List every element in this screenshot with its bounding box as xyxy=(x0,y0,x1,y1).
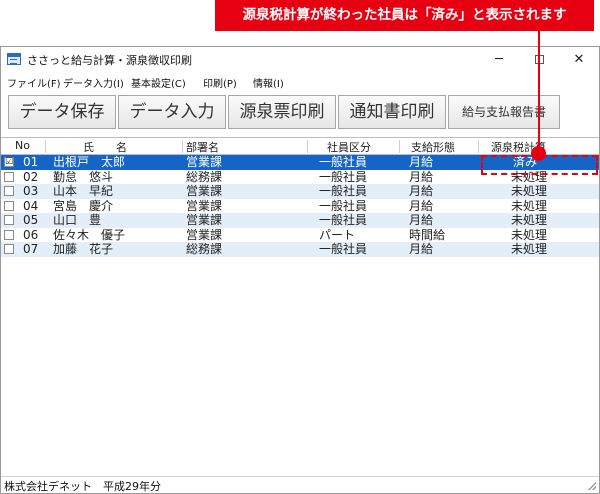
print-withholding-slip-button[interactable]: 源泉票印刷 xyxy=(228,95,336,129)
menu-info[interactable]: 情報(I) xyxy=(253,75,284,90)
cell-name: 宮島 慶介 xyxy=(53,198,114,213)
table-row[interactable]: 03 山本 早紀 営業課 一般社員 月給 未処理 xyxy=(1,184,599,199)
cell-tax-status: 未処理 xyxy=(511,242,548,256)
cell-no: 01 xyxy=(23,155,39,169)
row-checkbox[interactable] xyxy=(4,244,14,254)
print-notice-button[interactable]: 通知書印刷 xyxy=(338,95,446,129)
close-button[interactable]: ✕ xyxy=(559,47,599,72)
window-title: ささっと給与計算・源泉徴収印刷 xyxy=(27,54,192,67)
cell-tax-status: 未処理 xyxy=(511,213,548,227)
table-row[interactable]: 07 加藤 花子 総務課 一般社員 月給 未処理 xyxy=(1,242,599,257)
header-divider xyxy=(399,140,400,153)
row-checkbox[interactable]: ☑ xyxy=(4,157,14,167)
cell-name: 勤怠 悠斗 xyxy=(53,169,114,184)
callout-leader-line xyxy=(538,31,540,154)
row-checkbox[interactable] xyxy=(4,215,14,225)
header-no[interactable]: No xyxy=(15,139,30,152)
cell-tax-status: 未処理 xyxy=(511,198,548,213)
row-checkbox[interactable] xyxy=(4,186,14,196)
cell-pay-type: 月給 xyxy=(409,155,434,169)
cell-department: 営業課 xyxy=(186,213,223,227)
cell-employee-type: 一般社員 xyxy=(319,169,368,184)
header-divider xyxy=(478,140,479,153)
header-department[interactable]: 部署名 xyxy=(186,139,219,155)
cell-name: 山口 豊 xyxy=(53,213,102,227)
cell-no: 02 xyxy=(23,169,39,184)
cell-pay-type: 月給 xyxy=(409,198,434,213)
header-divider xyxy=(307,140,308,153)
table-header: No 氏 名 部署名 社員区分 支給形態 源泉税計算 xyxy=(1,137,599,155)
header-name[interactable]: 氏 名 xyxy=(83,139,127,155)
menu-settings[interactable]: 基本設定(C) xyxy=(131,75,186,90)
status-text: 株式会社デネット 平成29年分 xyxy=(4,480,161,493)
resize-grip-icon[interactable] xyxy=(588,482,596,490)
cell-pay-type: 時間給 xyxy=(409,227,446,242)
row-checkbox[interactable] xyxy=(4,200,14,211)
cell-employee-type: 一般社員 xyxy=(319,155,368,169)
table-row[interactable]: 06 佐々木 優子 営業課 パート 時間給 未処理 xyxy=(1,228,599,243)
cell-tax-status: 未処理 xyxy=(511,227,548,242)
app-window: ささっと給与計算・源泉徴収印刷 ─ ✕ ファイル(F) データ入力(I) 基本設… xyxy=(0,46,600,494)
cell-tax-status: 未処理 xyxy=(511,184,548,198)
cell-employee-type: 一般社員 xyxy=(319,198,368,213)
cell-pay-type: 月給 xyxy=(409,169,434,184)
cell-department: 営業課 xyxy=(186,155,223,169)
header-divider xyxy=(45,140,46,153)
menu-print[interactable]: 印刷(P) xyxy=(203,75,237,90)
cell-employee-type: 一般社員 xyxy=(319,242,368,256)
cell-no: 04 xyxy=(23,198,39,213)
cell-name: 佐々木 優子 xyxy=(53,227,126,242)
header-divider xyxy=(182,140,183,153)
cell-no: 05 xyxy=(23,213,39,227)
cell-no: 06 xyxy=(23,227,39,242)
callout-dot xyxy=(531,146,546,161)
save-data-button[interactable]: データ保存 xyxy=(8,95,116,129)
cell-pay-type: 月給 xyxy=(409,184,434,198)
cell-department: 総務課 xyxy=(186,242,223,256)
cell-department: 営業課 xyxy=(186,198,223,213)
cell-no: 03 xyxy=(23,184,39,198)
cell-pay-type: 月給 xyxy=(409,242,434,256)
cell-department: 営業課 xyxy=(186,227,223,242)
cell-name: 山本 早紀 xyxy=(53,184,114,198)
cell-name: 出根戸 太郎 xyxy=(53,155,126,169)
minimize-button[interactable]: ─ xyxy=(479,47,519,72)
cell-pay-type: 月給 xyxy=(409,213,434,227)
toolbar: データ保存 データ入力 源泉票印刷 通知書印刷 給与支払報告書 xyxy=(1,91,599,137)
salary-payment-report-button[interactable]: 給与支払報告書 xyxy=(448,95,560,129)
app-icon xyxy=(7,53,21,65)
cell-employee-type: 一般社員 xyxy=(319,213,368,227)
table-row[interactable]: 05 山口 豊 営業課 一般社員 月給 未処理 xyxy=(1,213,599,228)
cell-no: 07 xyxy=(23,242,39,256)
menu-bar: ファイル(F) データ入力(I) 基本設定(C) 印刷(P) 情報(I) xyxy=(1,73,599,91)
title-bar: ささっと給与計算・源泉徴収印刷 ─ ✕ xyxy=(1,47,599,72)
row-checkbox[interactable] xyxy=(4,229,14,240)
menu-file[interactable]: ファイル(F) xyxy=(7,75,61,90)
menu-data-input[interactable]: データ入力(I) xyxy=(63,75,124,90)
row-checkbox[interactable] xyxy=(4,171,14,182)
header-pay-type[interactable]: 支給形態 xyxy=(411,139,455,155)
status-bar: 株式会社デネット 平成29年分 xyxy=(1,476,599,493)
cell-department: 総務課 xyxy=(186,169,223,184)
cell-name: 加藤 花子 xyxy=(53,242,114,256)
header-employee-type[interactable]: 社員区分 xyxy=(327,139,371,155)
cell-employee-type: 一般社員 xyxy=(319,184,368,198)
annotation-callout: 源泉税計算が終わった社員は「済み」と表示されます xyxy=(215,0,594,31)
cell-employee-type: パート xyxy=(319,227,356,242)
data-input-button[interactable]: データ入力 xyxy=(118,95,226,129)
table-row[interactable]: 04 宮島 慶介 営業課 一般社員 月給 未処理 xyxy=(1,199,599,214)
cell-department: 営業課 xyxy=(186,184,223,198)
